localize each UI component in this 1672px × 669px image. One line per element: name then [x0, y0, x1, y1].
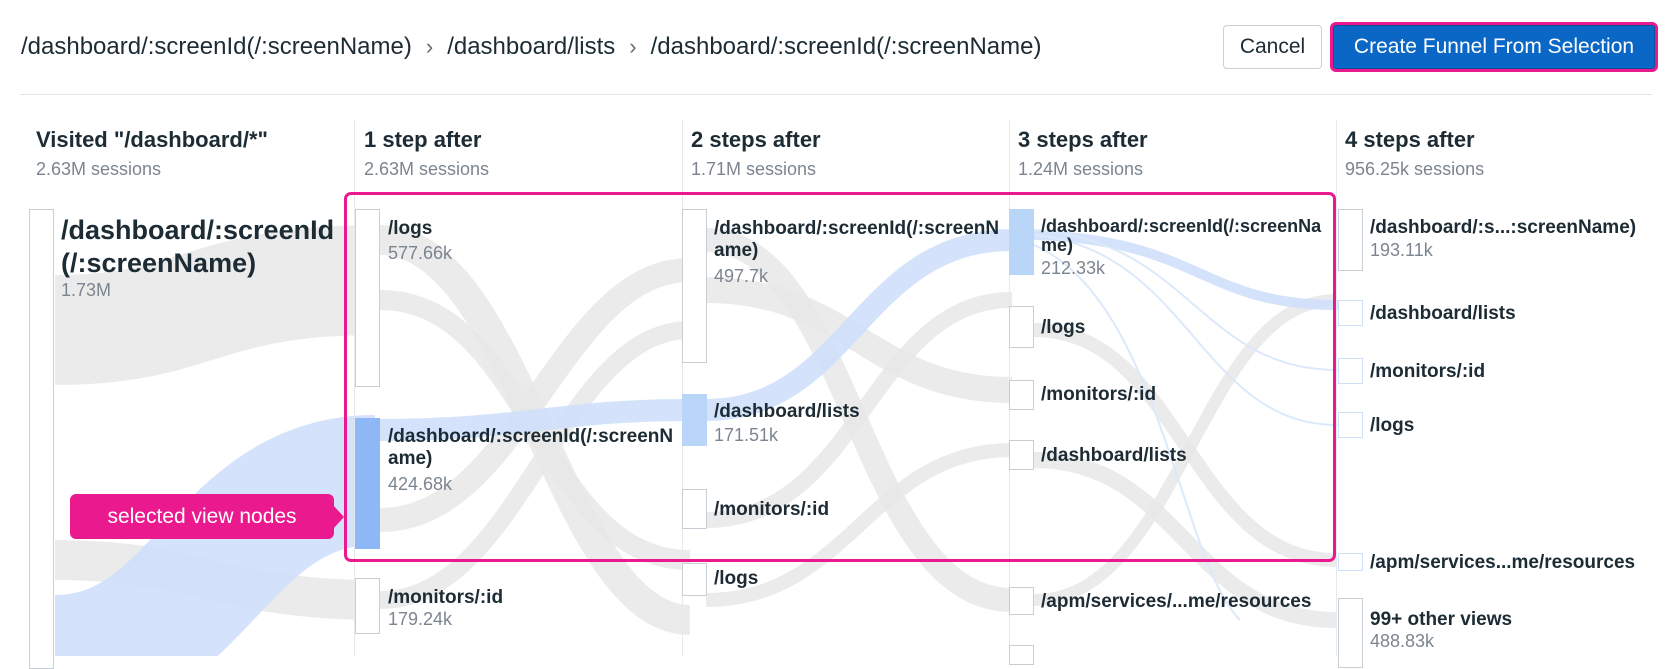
node-label: /logs — [1370, 415, 1415, 436]
node-value: 179.24k — [388, 609, 453, 629]
sankey-node[interactable] — [1338, 209, 1363, 271]
node-label: 99+ other views — [1370, 609, 1513, 630]
column-title: 2 steps after — [691, 127, 821, 152]
node-value: 193.11k — [1370, 240, 1433, 260]
node-label: /logs — [714, 568, 759, 589]
sankey-node[interactable] — [29, 209, 54, 669]
column-sessions: 956.25k sessions — [1345, 159, 1485, 179]
node-label: /dashboard/lists — [1370, 303, 1516, 324]
column-title: 3 steps after — [1018, 127, 1148, 152]
selected-nodes-callout: selected view nodes — [70, 494, 334, 539]
column-sessions: 1.71M sessions — [691, 159, 817, 179]
node-label: /monitors/:id — [1370, 361, 1486, 382]
sankey-node[interactable] — [1338, 598, 1363, 668]
node-label: /dashboard/:screenId(/:screenName) — [61, 215, 335, 278]
node-label: /apm/services/...me/resources — [1041, 591, 1312, 612]
sankey-node[interactable] — [1338, 300, 1363, 326]
node-label: /dashboard/:s...:screenName) — [1370, 217, 1637, 238]
column-sessions: 1.24M sessions — [1018, 159, 1144, 179]
node-value: 1.73M — [61, 280, 112, 300]
selection-highlight — [344, 192, 1336, 562]
column-title: 4 steps after — [1345, 127, 1475, 152]
node-label: /monitors/:id — [388, 587, 504, 608]
callout-pointer — [333, 505, 344, 529]
node-label: /apm/services...me/resources — [1370, 552, 1636, 573]
column-title: 1 step after — [364, 127, 482, 152]
node-value: 488.83k — [1370, 631, 1435, 651]
column-separator — [1336, 120, 1337, 656]
sankey-node[interactable] — [682, 563, 707, 596]
sankey-node[interactable] — [1009, 587, 1034, 615]
sankey-node[interactable] — [355, 578, 380, 634]
sankey-node[interactable] — [1338, 553, 1363, 571]
sankey-node[interactable] — [1338, 358, 1363, 384]
sankey-node[interactable] — [1338, 412, 1363, 438]
sankey-node[interactable] — [1009, 645, 1034, 665]
column-sessions: 2.63M sessions — [36, 159, 162, 179]
column-title: Visited "/dashboard/*" — [36, 127, 268, 152]
column-sessions: 2.63M sessions — [364, 159, 490, 179]
